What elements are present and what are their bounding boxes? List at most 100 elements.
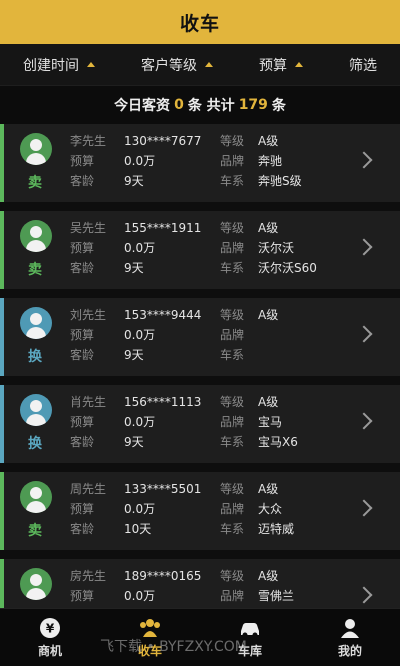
phone-number: 155****1911: [124, 221, 202, 235]
customer-name: 李先生: [70, 134, 107, 148]
filter-label: 筛选: [349, 57, 377, 74]
tab-collect-car[interactable]: 收车: [100, 609, 200, 666]
budget-label: 预算: [70, 241, 95, 255]
series-label: 车系: [220, 261, 245, 275]
filter-create-time[interactable]: 创建时间: [23, 55, 95, 75]
age-label: 客龄: [70, 261, 95, 275]
car-icon: [241, 622, 259, 637]
customer-name: 周先生: [70, 482, 107, 496]
customer-card[interactable]: 卖 周先生 预算 客龄 133****5501 0.0万 10天 等级 品牌 车系 A级 大众 迈特威: [0, 472, 400, 550]
trade-type-tag: 卖: [28, 523, 42, 539]
age-value: 10天: [124, 522, 152, 536]
series-label: 车系: [220, 435, 245, 449]
series-value: 沃尔沃S60: [258, 261, 317, 275]
tab-label: 收车: [137, 643, 162, 658]
summary-line: 今日客资 0 条 共计 179 条: [0, 86, 400, 124]
person-icon: [341, 618, 359, 638]
card-accent-bar: [0, 472, 4, 550]
filter-customer-level[interactable]: 客户等级: [141, 55, 213, 75]
group-icon: [140, 618, 160, 637]
series-label: 车系: [220, 348, 245, 362]
phone-number: 156****1113: [124, 395, 202, 409]
card-accent-bar: [0, 298, 4, 376]
level-value: A级: [258, 569, 279, 583]
brand-label: 品牌: [220, 415, 245, 429]
age-value: 9天: [124, 435, 144, 449]
filter-bar: 创建时间 客户等级 预算 筛选: [0, 44, 400, 86]
tab-garage[interactable]: 车库: [200, 609, 300, 666]
today-count: 0: [174, 97, 184, 113]
brand-label: 品牌: [220, 502, 245, 516]
chevron-right-icon[interactable]: [355, 586, 373, 604]
phone-number: 189****0165: [124, 569, 202, 583]
level-value: A级: [258, 134, 279, 148]
page-title: 收车: [179, 12, 220, 35]
filter-label: 客户等级: [141, 57, 197, 74]
total-count: 179: [238, 97, 268, 113]
brand-value: 宝马: [258, 415, 283, 429]
level-label: 等级: [220, 569, 245, 583]
budget-value: 0.0万: [124, 241, 156, 255]
sort-triangle-icon: [87, 62, 95, 67]
customer-name: 刘先生: [70, 308, 107, 322]
sort-triangle-icon: [295, 62, 303, 67]
age-label: 客龄: [70, 522, 95, 536]
level-label: 等级: [220, 308, 245, 322]
customer-card[interactable]: 卖 李先生 预算 客龄 130****7677 0.0万 9天 等级 品牌 车系 A级 奔驰 奔驰S级: [0, 124, 400, 202]
avatar-icon: [20, 220, 52, 252]
brand-value: 奔驰: [258, 154, 283, 168]
trade-type-tag: 换: [28, 349, 42, 365]
tab-mine[interactable]: 我的: [300, 609, 400, 666]
customer-card[interactable]: 卖 吴先生 预算 客龄 155****1911 0.0万 9天 等级 品牌 车系 A级 沃尔沃 沃尔沃S…: [0, 211, 400, 289]
level-label: 等级: [220, 482, 245, 496]
brand-value: 大众: [258, 502, 283, 516]
customer-name: 房先生: [70, 569, 107, 583]
summary-mid: 条 共计: [187, 98, 235, 114]
series-value: 宝马X6: [258, 435, 298, 449]
series-value: 奔驰S级: [258, 174, 302, 188]
chevron-right-icon[interactable]: [355, 412, 373, 430]
chevron-right-icon[interactable]: [355, 325, 373, 343]
brand-label: 品牌: [220, 589, 245, 603]
customer-card[interactable]: 换 刘先生 预算 客龄 153****9444 0.0万 9天 等级 品牌 车系 A级: [0, 298, 400, 376]
budget-label: 预算: [70, 502, 95, 516]
customer-card[interactable]: 换 肖先生 预算 客龄 156****1113 0.0万 9天 等级 品牌 车系 A级 宝马 宝马X6: [0, 385, 400, 463]
app-header: 收车: [0, 0, 400, 44]
series-label: 车系: [220, 522, 245, 536]
avatar-icon: [20, 394, 52, 426]
avatar-icon: [20, 133, 52, 165]
brand-label: 品牌: [220, 328, 245, 342]
budget-label: 预算: [70, 328, 95, 342]
age-value: 9天: [124, 261, 144, 275]
tab-business[interactable]: ¥ 商机: [0, 609, 100, 666]
trade-type-tag: 卖: [28, 175, 42, 191]
level-label: 等级: [220, 221, 245, 235]
budget-value: 0.0万: [124, 328, 156, 342]
card-accent-bar: [0, 385, 4, 463]
chevron-right-icon[interactable]: [355, 151, 373, 169]
series-value: 迈特威: [258, 522, 295, 536]
budget-label: 预算: [70, 154, 95, 168]
tab-label: 车库: [237, 643, 262, 658]
age-value: 9天: [124, 348, 144, 362]
customer-name: 吴先生: [70, 221, 107, 235]
age-label: 客龄: [70, 348, 95, 362]
phone-number: 130****7677: [124, 134, 202, 148]
age-value: 9天: [124, 174, 144, 188]
chevron-right-icon[interactable]: [355, 238, 373, 256]
yen-icon: ¥: [40, 617, 60, 638]
brand-label: 品牌: [220, 154, 245, 168]
level-value: A级: [258, 308, 279, 322]
budget-label: 预算: [70, 415, 95, 429]
filter-budget[interactable]: 预算: [259, 55, 303, 75]
summary-prefix: 今日客资: [114, 98, 171, 114]
filter-screen[interactable]: 筛选: [349, 55, 377, 75]
svg-text:¥: ¥: [46, 621, 55, 635]
avatar-icon: [20, 307, 52, 339]
avatar-icon: [20, 481, 52, 513]
card-accent-bar: [0, 211, 4, 289]
bottom-tab-bar: ¥ 商机 收车 车库 我的: [0, 608, 400, 666]
level-value: A级: [258, 482, 279, 496]
chevron-right-icon[interactable]: [355, 499, 373, 517]
trade-type-tag: 卖: [28, 262, 42, 278]
